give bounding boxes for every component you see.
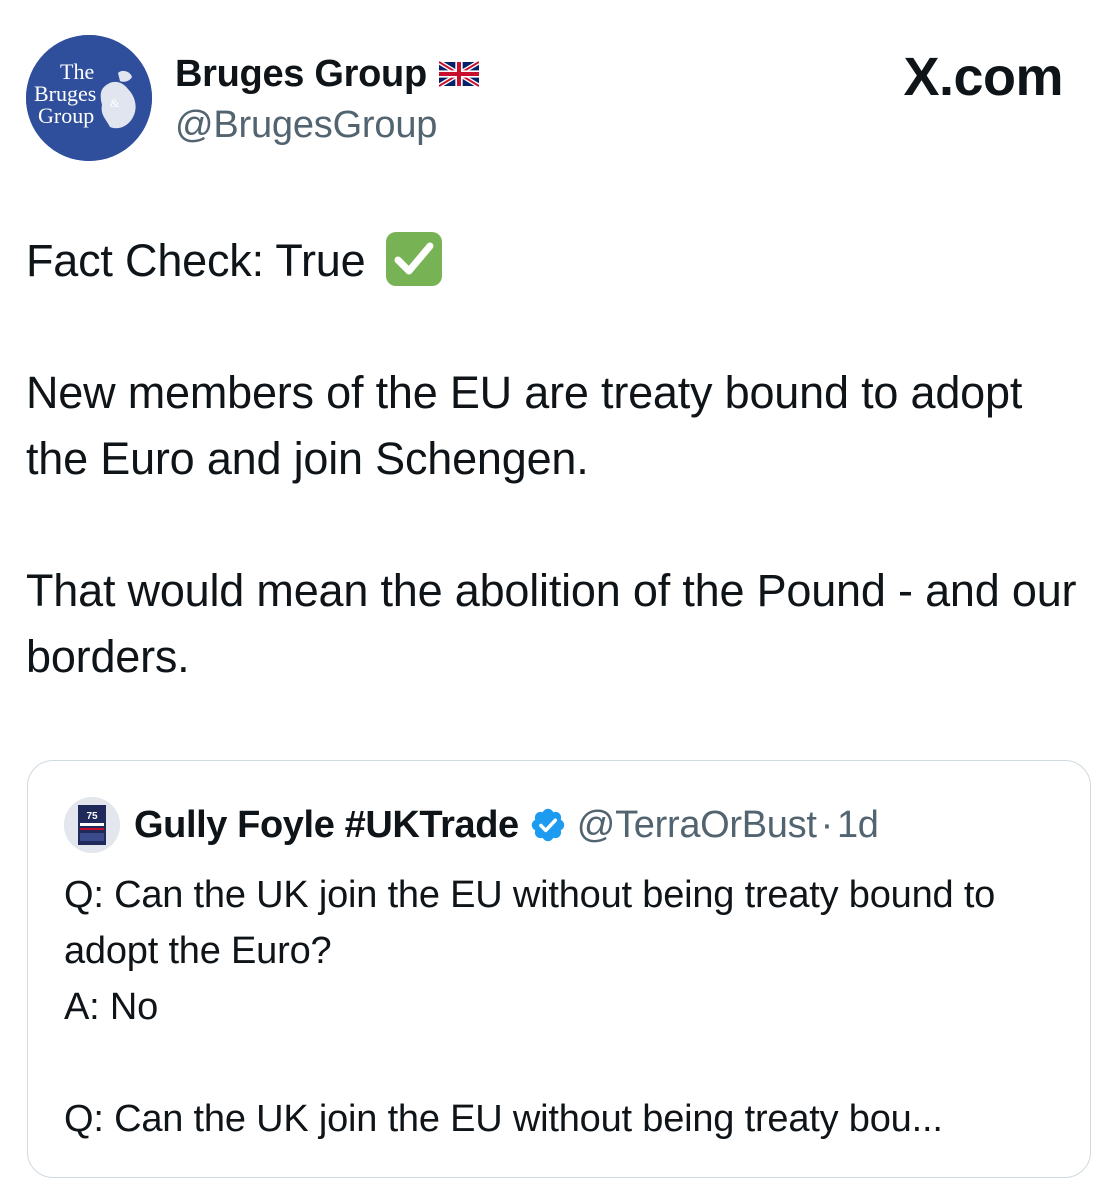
svg-text:75: 75 bbox=[86, 811, 98, 822]
quoted-question-2: Q: Can the UK join the EU without being … bbox=[64, 1098, 943, 1140]
author-display-name[interactable]: Bruges Group bbox=[175, 53, 427, 96]
x-brand-text: X.com bbox=[903, 47, 1063, 107]
quoted-question-1: Q: Can the UK join the EU without being … bbox=[64, 874, 996, 972]
author-handle[interactable]: @BrugesGroup bbox=[175, 104, 479, 147]
x-brand-logo: X.com bbox=[903, 46, 1063, 108]
quoted-tweet-card[interactable]: 75 Gully Foyle #UKTrade @TerraOrBust · 1… bbox=[27, 760, 1091, 1178]
quoted-tweet-text: Q: Can the UK join the EU without being … bbox=[64, 867, 1064, 1147]
display-name-row: Bruges Group bbox=[175, 50, 481, 98]
quoted-author-handle[interactable]: @TerraOrBust bbox=[577, 804, 817, 847]
white-check-mark-icon bbox=[384, 230, 444, 288]
author-avatar[interactable]: The Bruges & Group bbox=[26, 35, 152, 161]
svg-text:Group: Group bbox=[38, 103, 94, 128]
quoted-answer-1: A: No bbox=[64, 986, 159, 1028]
uk-flag-icon bbox=[437, 59, 481, 89]
quoted-tweet-timestamp[interactable]: 1d bbox=[837, 804, 879, 847]
tweet-paragraph-pound: That would mean the abolition of the Pou… bbox=[26, 565, 1077, 682]
author-block[interactable]: Bruges Group @BrugesGroup bbox=[175, 50, 481, 147]
quoted-author-avatar[interactable]: 75 bbox=[64, 797, 120, 853]
header-separator: · bbox=[820, 803, 834, 846]
verified-badge-icon bbox=[529, 806, 567, 844]
quoted-tweet-header: 75 Gully Foyle #UKTrade @TerraOrBust · 1… bbox=[64, 797, 879, 853]
quoted-author-display-name[interactable]: Gully Foyle #UKTrade bbox=[134, 804, 519, 847]
svg-text:&: & bbox=[110, 96, 120, 110]
tweet-paragraph-treaty: New members of the EU are treaty bound t… bbox=[26, 367, 1023, 484]
tweet-line-fact-check: Fact Check: True bbox=[26, 228, 1086, 294]
fact-check-text: Fact Check: True bbox=[26, 235, 366, 286]
tweet-text: Fact Check: True New members of the EU a… bbox=[26, 228, 1086, 690]
bruges-group-logo: The Bruges & Group bbox=[26, 35, 152, 161]
